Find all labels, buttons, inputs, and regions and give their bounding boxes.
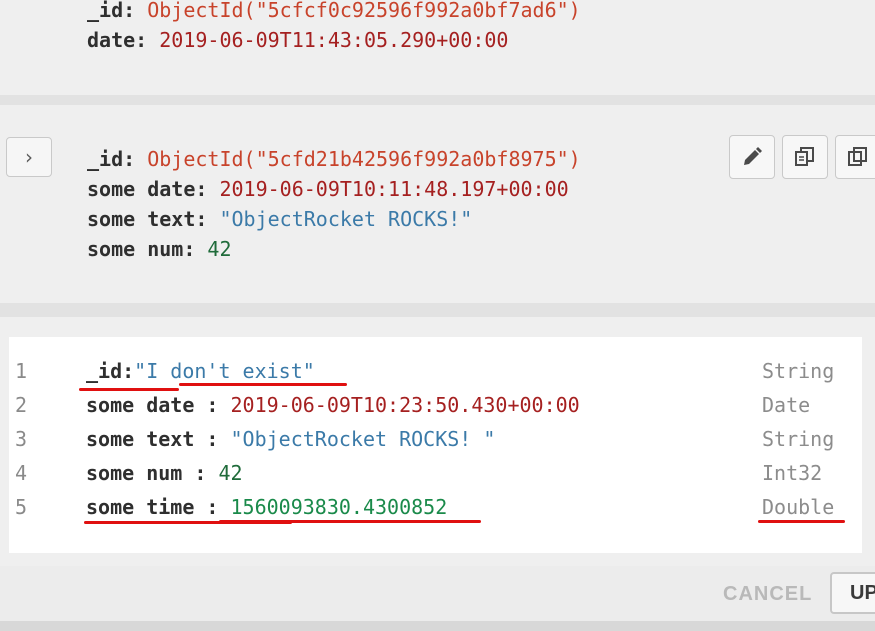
colon: :: [123, 147, 136, 171]
annotation-underline: [219, 520, 481, 523]
editor-separator: :: [182, 461, 207, 485]
doc2-text-key: some text: [87, 207, 196, 231]
line-number: 1: [15, 359, 28, 383]
clone-document-button[interactable]: [835, 135, 875, 179]
colon: :: [195, 177, 208, 201]
cancel-button[interactable]: CANCEL: [723, 583, 812, 606]
line-number: 3: [15, 427, 28, 451]
editor-key[interactable]: some text: [86, 427, 194, 451]
annotation-underline: [179, 383, 347, 386]
separator: [0, 95, 875, 105]
editor-separator: :: [194, 495, 219, 519]
doc2-date-key: some date: [87, 177, 196, 201]
doc2-id-value: ObjectId("5cfd21b42596f992a0bf8975"): [147, 147, 581, 171]
editor-line-4[interactable]: some num : 42: [86, 461, 243, 485]
bottom-divider: [0, 621, 875, 631]
chevron-right-icon: ›: [25, 145, 33, 169]
editor-key[interactable]: some date: [86, 393, 194, 417]
editor-value[interactable]: 1560093830.4300852: [231, 495, 448, 519]
line-number: 5: [15, 495, 28, 519]
editor-key[interactable]: some time: [86, 495, 194, 519]
doc2-date-field: some date: 2019-06-09T10:11:48.197+00:00: [87, 176, 569, 202]
doc2-num-field: some num: 42: [87, 236, 232, 262]
editor-line-2[interactable]: some date : 2019-06-09T10:23:50.430+00:0…: [86, 393, 580, 417]
editor-value[interactable]: "ObjectRocket ROCKS! ": [231, 427, 496, 451]
doc1-id-key: _id: [87, 0, 124, 22]
editor-separator: :: [194, 427, 219, 451]
copy-icon: [795, 147, 814, 166]
colon: :: [195, 207, 208, 231]
type-label[interactable]: Date: [762, 393, 810, 417]
edit-document-button[interactable]: [729, 135, 775, 179]
clone-icon: [848, 147, 867, 166]
editor-separator: :: [122, 359, 135, 383]
doc2-num-value: 42: [207, 237, 232, 261]
annotation-underline: [79, 388, 179, 391]
doc2-date-value: 2019-06-09T10:11:48.197+00:00: [219, 177, 569, 201]
doc1-id-value: ObjectId("5cfcf0c92596f992a0bf7ad6"): [147, 0, 581, 22]
expand-document-button[interactable]: ›: [6, 137, 52, 177]
doc1-id-field: _id: ObjectId("5cfcf0c92596f992a0bf7ad6"…: [87, 0, 581, 23]
type-label[interactable]: Int32: [762, 461, 822, 485]
type-label[interactable]: String: [762, 359, 834, 383]
editor-key[interactable]: some num: [86, 461, 182, 485]
type-label[interactable]: String: [762, 427, 834, 451]
editor-line-3[interactable]: some text : "ObjectRocket ROCKS! ": [86, 427, 495, 451]
editor-key[interactable]: _id: [86, 359, 122, 383]
update-button[interactable]: UPDATE: [830, 572, 875, 614]
doc2-id-key: _id: [87, 147, 124, 171]
colon: :: [183, 237, 196, 261]
colon: :: [135, 28, 148, 52]
pencil-icon: [744, 147, 762, 165]
line-number: 2: [15, 393, 28, 417]
editor-line-5[interactable]: some time : 1560093830.4300852: [86, 495, 447, 519]
doc1-date-key: date: [87, 28, 136, 52]
separator: [0, 303, 875, 317]
copy-document-button[interactable]: [782, 135, 828, 179]
editor-value[interactable]: "I don't exist": [134, 359, 315, 383]
editor-separator: :: [194, 393, 219, 417]
doc2-text-field: some text: "ObjectRocket ROCKS!": [87, 206, 472, 232]
editor-value[interactable]: 42: [218, 461, 242, 485]
doc1-date-value: 2019-06-09T11:43:05.290+00:00: [159, 28, 509, 52]
type-label[interactable]: Double: [762, 495, 834, 519]
doc2-id-field: _id: ObjectId("5cfd21b42596f992a0bf8975"…: [87, 146, 581, 172]
editor-line-1[interactable]: _id:"I don't exist": [86, 359, 315, 383]
doc2-text-value: "ObjectRocket ROCKS!": [219, 207, 473, 231]
doc1-date-field: date: 2019-06-09T11:43:05.290+00:00: [87, 27, 508, 53]
annotation-underline: [758, 520, 845, 523]
doc2-num-key: some num: [87, 237, 184, 261]
colon: :: [123, 0, 136, 22]
line-number: 4: [15, 461, 28, 485]
document-editor[interactable]: 1 _id:"I don't exist" String 2 some date…: [9, 337, 862, 553]
editor-value[interactable]: 2019-06-09T10:23:50.430+00:00: [231, 393, 580, 417]
